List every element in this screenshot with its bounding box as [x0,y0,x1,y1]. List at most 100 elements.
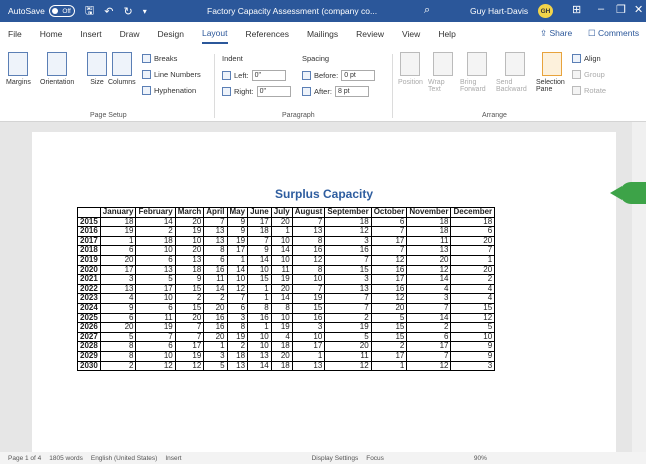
autosave-control[interactable]: AutoSave Off [8,5,75,17]
columns-button[interactable]: Columns [108,52,136,86]
table-cell[interactable]: 6 [450,226,496,237]
table-cell[interactable]: 10 [247,341,272,352]
table-cell[interactable]: 2 [135,226,176,237]
minimize-icon[interactable]: – [598,3,604,15]
surplus-capacity-table[interactable]: January February March April May June July Augu… [77,207,496,372]
table-cell[interactable]: 13 [291,226,326,237]
position-button[interactable]: Position [398,52,423,86]
undo-icon[interactable]: ↶ [104,5,113,18]
wrap-text-button[interactable]: Wrap Text [428,52,458,93]
table-cell[interactable]: 8 [99,350,137,362]
table-cell[interactable]: 15 [247,274,272,285]
table-cell[interactable]: 3 [291,322,326,333]
rotate-button[interactable]: Rotate [572,86,606,95]
row-year-cell[interactable]: 2019 [77,254,101,266]
table-cell[interactable]: 12 [324,226,372,237]
table-cell[interactable]: 9 [226,226,249,237]
save-icon[interactable]: 🖫 [85,2,94,21]
table-cell[interactable]: 18 [406,226,452,237]
margins-button[interactable]: Margins [6,52,31,86]
table-cell[interactable]: 1 [370,360,408,372]
table-cell[interactable]: 10 [291,274,326,285]
row-year-cell[interactable]: 2029 [77,350,101,362]
table-cell[interactable]: 8 [247,302,272,314]
table-cell[interactable]: 5 [135,274,176,285]
table-cell[interactable]: 20 [324,341,372,352]
row-year-cell[interactable]: 2030 [77,360,101,372]
tab-view[interactable]: View [402,25,420,43]
table-cell[interactable]: 7 [324,254,372,266]
selection-pane-button[interactable]: Selection Pane [536,52,568,93]
table-cell[interactable]: 10 [226,274,249,285]
table-cell[interactable]: 1 [226,254,249,266]
hyphenation-button[interactable]: Hyphenation [142,86,196,95]
table-cell[interactable]: 13 [247,350,272,362]
table-cell[interactable]: 1 [270,226,293,237]
table-cell[interactable]: 15 [174,302,205,314]
word-count[interactable]: 1805 words [49,455,83,462]
table-cell[interactable]: 18 [247,226,272,237]
spacing-before-input[interactable]: 0 pt [341,70,376,81]
indent-left-input[interactable]: 0" [251,70,286,81]
customize-qat-icon[interactable]: ▾ [143,7,147,16]
document-page[interactable]: Surplus Capacity January February March Apr… [32,132,616,462]
table-cell[interactable]: 5 [203,360,228,372]
table-cell[interactable]: 13 [174,254,205,266]
table-cell[interactable]: 19 [291,293,326,304]
table-cell[interactable]: 14 [270,293,293,304]
table-cell[interactable]: 8 [270,302,293,314]
table-cell[interactable]: 3 [324,274,372,285]
table-cell[interactable]: 6 [135,302,176,314]
table-cell[interactable]: 17 [406,341,452,352]
send-backward-button[interactable]: Send Backward [496,52,534,93]
table-cell[interactable]: 12 [174,360,205,372]
line-numbers-button[interactable]: Line Numbers [142,70,201,79]
spacing-after-input[interactable]: 8 pt [334,86,369,97]
row-year-cell[interactable]: 2026 [77,322,101,333]
table-cell[interactable]: 1 [291,350,326,362]
table-cell[interactable]: 17 [370,350,408,362]
table-cell[interactable]: 19 [324,322,372,333]
table-cell[interactable]: 9 [450,341,496,352]
page-count[interactable]: Page 1 of 4 [8,455,41,462]
table-cell[interactable]: 8 [99,341,137,352]
focus-mode[interactable]: Focus [366,455,384,462]
group-button[interactable]: Group [572,70,605,79]
table-cell[interactable]: 7 [406,302,452,314]
table-cell[interactable]: 18 [270,341,293,352]
ribbon-display-icon[interactable]: ⊞ [572,3,581,16]
table-cell[interactable]: 1 [203,341,228,352]
table-cell[interactable]: 13 [203,226,228,237]
table-cell[interactable]: 11 [203,274,228,285]
table-cell[interactable]: 1 [247,322,272,333]
table-cell[interactable]: 12 [291,254,326,266]
table-cell[interactable]: 6 [203,254,228,266]
table-cell[interactable]: 2 [226,341,249,352]
table-cell[interactable]: 2 [99,360,137,372]
row-year-cell[interactable]: 2021 [77,274,101,285]
table-cell[interactable]: 19 [135,322,176,333]
table-cell[interactable]: 13 [291,360,326,372]
table-cell[interactable]: 4 [450,293,496,304]
table-cell[interactable]: 3 [99,274,137,285]
table-cell[interactable]: 19 [174,350,205,362]
row-year-cell[interactable]: 2028 [77,341,101,352]
table-cell[interactable]: 8 [226,322,249,333]
tab-insert[interactable]: Insert [80,25,101,43]
redo-icon[interactable]: ↻ [123,5,132,18]
table-cell[interactable]: 3 [406,293,452,304]
table-cell[interactable]: 17 [291,341,326,352]
table-cell[interactable]: 19 [270,274,293,285]
table-cell[interactable]: 17 [174,341,205,352]
breaks-button[interactable]: Breaks [142,54,177,63]
table-cell[interactable]: 2 [174,293,205,304]
table-cell[interactable]: 11 [324,350,372,362]
tab-home[interactable]: Home [40,25,63,43]
table-cell[interactable]: 15 [370,322,408,333]
table-cell[interactable]: 19 [270,322,293,333]
tab-file[interactable]: File [8,25,22,43]
tab-design[interactable]: Design [158,25,184,43]
tab-references[interactable]: References [246,25,289,43]
row-year-cell[interactable]: 2016 [77,226,101,237]
table-cell[interactable]: 1 [450,254,496,266]
